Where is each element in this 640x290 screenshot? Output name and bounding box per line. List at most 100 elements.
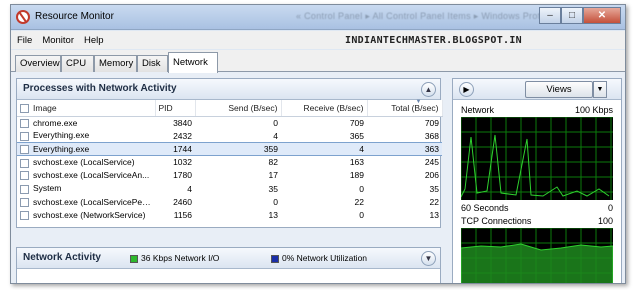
content-area: Processes with Network Activity ▲ Image … [11,72,625,283]
network-activity-header[interactable]: Network Activity 36 Kbps Network I/O 0% … [17,248,440,269]
network-utilization-legend: 0% Network Utilization [271,253,367,263]
views-dropdown-icon[interactable]: ▼ [593,81,607,98]
process-image-cell: svchost.exe (LocalService) [17,156,155,169]
process-total-cell-text: 13 [429,209,439,220]
process-image-cell: chrome.exe [17,116,155,129]
row-checkbox[interactable] [20,118,29,128]
process-receive-cell: 709 [281,116,367,129]
process-send-cell-text: 0 [273,196,278,207]
tab-bar: Overview CPU Memory Disk Network [11,50,625,73]
process-image-cell-text: svchost.exe (NetworkService) [33,209,146,220]
tcp-connections-area [461,243,613,283]
process-send-cell: 4 [195,129,281,142]
process-pid-cell: 2432 [155,129,195,142]
process-pid-cell-text: 3840 [173,117,192,128]
process-send-cell: 0 [195,116,281,129]
row-checkbox[interactable] [20,158,29,168]
process-pid-cell-text: 1156 [173,209,192,220]
process-total-cell: 22 [367,195,442,208]
menu-help[interactable]: Help [84,35,104,46]
process-send-cell: 35 [195,182,281,195]
tab-memory[interactable]: Memory [94,55,137,72]
column-label-pid: PID [158,102,173,113]
close-button[interactable]: ✕ [583,7,621,24]
menu-file[interactable]: File [17,35,32,46]
process-send-cell-text: 82 [268,157,278,168]
process-image-cell: Everything.exe [17,129,155,142]
process-total-cell: 35 [367,182,442,195]
process-receive-cell-text: 163 [349,157,364,168]
column-header-total[interactable]: ▼ Total (B/sec) [367,99,443,117]
process-pid-cell: 1780 [155,169,195,182]
minimize-button[interactable]: – [539,7,561,24]
process-receive-cell-text: 0 [359,183,364,194]
window-title: Resource Monitor [35,11,114,22]
processes-table: Image PID Send (B/sec) Receive (B/sec) ▼… [17,99,443,222]
processes-panel-title: Processes with Network Activity [23,83,177,94]
table-row[interactable]: svchost.exe (LocalServiceAn... 1780 17 189 2… [17,169,442,182]
process-image-cell: Everything.exe [17,141,155,157]
row-checkbox[interactable] [20,171,29,181]
process-pid-cell: 1744 [155,141,195,157]
tab-network[interactable]: Network [168,52,218,73]
process-total-cell: 13 [367,208,442,221]
process-pid-cell-text: 2432 [173,130,192,141]
column-header-image[interactable]: Image [17,100,156,117]
process-receive-cell-text: 709 [349,117,364,128]
table-row[interactable]: chrome.exe 3840 0 709 709 [17,116,442,129]
expand-down-icon[interactable]: ▼ [421,251,436,266]
sort-descending-icon: ▼ [415,99,422,105]
select-all-checkbox[interactable] [20,103,29,113]
row-checkbox[interactable] [20,145,29,155]
menu-monitor[interactable]: Monitor [42,35,74,46]
breadcrumb: « Control Panel ▸ All Control Panel Item… [296,11,562,21]
row-checkbox[interactable] [20,184,29,194]
graphs-panel-header: ▶ Views ▼ [453,79,621,100]
views-button[interactable]: Views [525,81,593,98]
expand-right-icon[interactable]: ▶ [459,82,474,97]
minimize-icon: – [547,10,553,21]
tab-cpu[interactable]: CPU [61,55,94,72]
row-checkbox[interactable] [20,211,29,221]
process-pid-cell: 3840 [155,116,195,129]
process-image-cell-text: svchost.exe (LocalServicePee... [33,196,154,207]
column-header-send[interactable]: Send (B/sec) [195,100,282,117]
process-receive-cell: 0 [281,182,367,195]
table-row[interactable]: svchost.exe (LocalServicePee... 2460 0 22 22 [17,195,442,208]
column-header-pid[interactable]: PID [155,100,196,117]
process-send-cell-text: 0 [273,117,278,128]
process-pid-cell-text: 2460 [173,196,192,207]
process-total-cell: 709 [367,116,442,129]
processes-panel-header[interactable]: Processes with Network Activity ▲ [17,79,440,100]
process-pid-cell: 2460 [155,195,195,208]
process-total-cell-text: 709 [424,117,439,128]
process-total-cell-text: 22 [429,196,439,207]
tab-disk[interactable]: Disk [137,55,168,72]
process-receive-cell: 0 [281,208,367,221]
process-receive-cell: 22 [281,195,367,208]
table-row[interactable]: Everything.exe 1744 359 4 363 [17,141,442,157]
tab-overview[interactable]: Overview [15,55,61,72]
process-send-cell: 82 [195,156,281,169]
table-row[interactable]: svchost.exe (NetworkService) 1156 13 0 13 [17,208,442,221]
network-activity-title: Network Activity [23,252,101,263]
process-pid-cell-text: 1032 [173,157,192,168]
process-receive-cell: 189 [281,169,367,182]
process-send-cell: 0 [195,195,281,208]
process-image-cell: svchost.exe (NetworkService) [17,208,155,221]
process-pid-cell: 1156 [155,208,195,221]
table-row[interactable]: System 4 35 0 35 [17,182,442,195]
process-total-cell-text: 368 [424,130,439,141]
process-send-cell-text: 4 [273,130,278,141]
row-checkbox[interactable] [20,197,29,207]
column-label-image: Image [33,102,57,113]
table-row[interactable]: Everything.exe 2432 4 365 368 [17,129,442,142]
network-activity-line [461,134,610,198]
row-checkbox[interactable] [20,131,29,141]
process-send-cell-text: 35 [268,183,278,194]
table-row[interactable]: svchost.exe (LocalService) 1032 82 163 245 [17,156,442,169]
network-io-label: 36 Kbps Network I/O [141,253,220,263]
collapse-up-icon[interactable]: ▲ [421,82,436,97]
maximize-button[interactable]: □ [561,7,583,24]
column-header-receive[interactable]: Receive (B/sec) [281,100,368,117]
